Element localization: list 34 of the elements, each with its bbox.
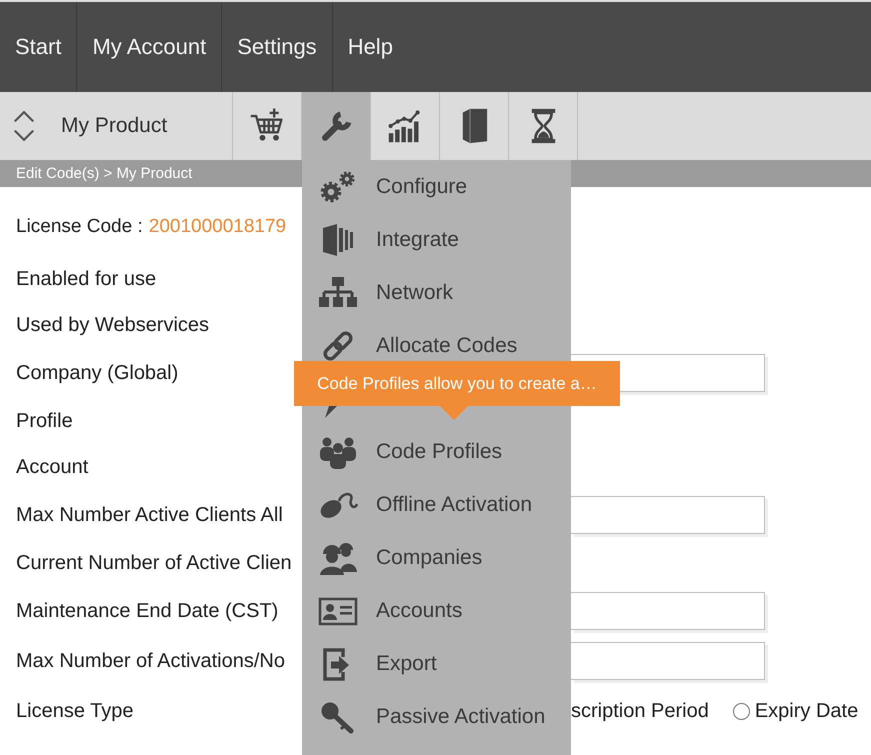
radio-button[interactable] xyxy=(732,702,750,720)
field-label: Enabled for use xyxy=(16,268,156,290)
field-label: Maintenance End Date (CST) xyxy=(16,600,278,622)
text-field[interactable] xyxy=(571,496,765,534)
option-label: scription Period xyxy=(571,700,709,722)
option-label: Expiry Date xyxy=(754,700,858,722)
tooltip-pointer xyxy=(440,406,468,420)
menu-item[interactable]: Companies xyxy=(302,531,571,584)
menu-item[interactable]: Offline Activation xyxy=(302,478,571,531)
menu-item[interactable]: Export xyxy=(302,637,571,690)
field-label: Profile xyxy=(16,410,73,432)
wedge-icon xyxy=(325,406,337,418)
people-icon xyxy=(318,434,358,468)
field-label: License Code : xyxy=(16,216,143,238)
field-label: Max Number of Activations/No xyxy=(16,650,285,672)
field-label: Account xyxy=(16,456,88,478)
wrench-button[interactable] xyxy=(302,92,371,160)
field-label: Used by Webservices xyxy=(16,314,210,336)
text-field[interactable] xyxy=(571,642,765,680)
nav-link[interactable]: Help xyxy=(332,2,408,92)
workers-icon xyxy=(318,540,358,574)
menu-item[interactable]: Integrate xyxy=(302,213,571,266)
field-label: Current Number of Active Clien xyxy=(16,552,292,574)
menu-item[interactable]: Network xyxy=(302,266,571,319)
field-label: Max Number Active Clients All xyxy=(16,504,283,526)
network-icon xyxy=(318,276,358,310)
menu-item[interactable]: Passive Activation xyxy=(302,690,571,743)
license-code-value: 2001000018179 xyxy=(148,216,286,238)
field-label: License Type xyxy=(16,700,134,722)
text-field[interactable] xyxy=(571,592,765,630)
menu-item[interactable]: Code Profiles xyxy=(302,425,571,478)
menu-item[interactable]: Accounts xyxy=(302,584,571,637)
up-down-chevron-icon xyxy=(12,109,36,143)
field-label: Company (Global) xyxy=(16,362,178,384)
